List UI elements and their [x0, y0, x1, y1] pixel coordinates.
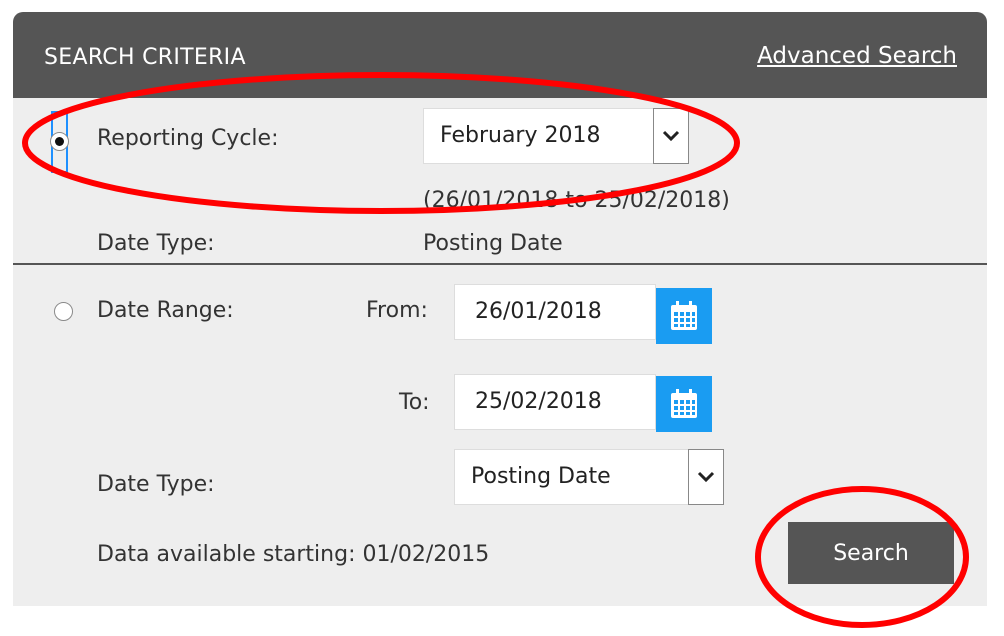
calendar-icon: [671, 301, 697, 330]
search-criteria-panel: SEARCH CRITERIA Advanced Search Reportin…: [13, 12, 987, 606]
calendar-icon: [671, 389, 697, 418]
section-divider: [13, 263, 987, 265]
reporting-cycle-select[interactable]: February 2018: [423, 108, 689, 164]
reporting-cycle-range: (26/01/2018 to 25/02/2018): [423, 188, 730, 213]
to-date-input[interactable]: 25/02/2018: [454, 374, 656, 430]
chevron-down-icon[interactable]: [653, 108, 689, 164]
date-range-radio[interactable]: [54, 302, 73, 321]
panel-title: SEARCH CRITERIA: [44, 45, 246, 70]
date-type-select[interactable]: Posting Date: [454, 449, 724, 505]
search-button[interactable]: Search: [788, 522, 954, 584]
from-label: From:: [366, 298, 428, 323]
date-range-label: Date Range:: [97, 298, 234, 323]
to-date-value: 25/02/2018: [475, 389, 602, 414]
reporting-cycle-label: Reporting Cycle:: [97, 126, 279, 151]
reporting-cycle-radio[interactable]: [50, 132, 69, 151]
date-type-label: Date Type:: [97, 231, 215, 256]
chevron-down-icon[interactable]: [688, 449, 724, 505]
to-label: To:: [399, 390, 430, 415]
panel-header: SEARCH CRITERIA Advanced Search: [13, 12, 987, 98]
from-date-value: 26/01/2018: [475, 299, 602, 324]
from-date-input[interactable]: 26/01/2018: [454, 284, 656, 340]
from-calendar-button[interactable]: [656, 288, 712, 344]
date-type-value: Posting Date: [423, 231, 563, 256]
date-range-date-type-label: Date Type:: [97, 472, 215, 497]
reporting-cycle-value: February 2018: [440, 123, 601, 148]
advanced-search-link[interactable]: Advanced Search: [757, 43, 957, 69]
date-type-select-value: Posting Date: [471, 464, 611, 489]
to-calendar-button[interactable]: [656, 376, 712, 432]
data-available-text: Data available starting: 01/02/2015: [97, 542, 490, 567]
